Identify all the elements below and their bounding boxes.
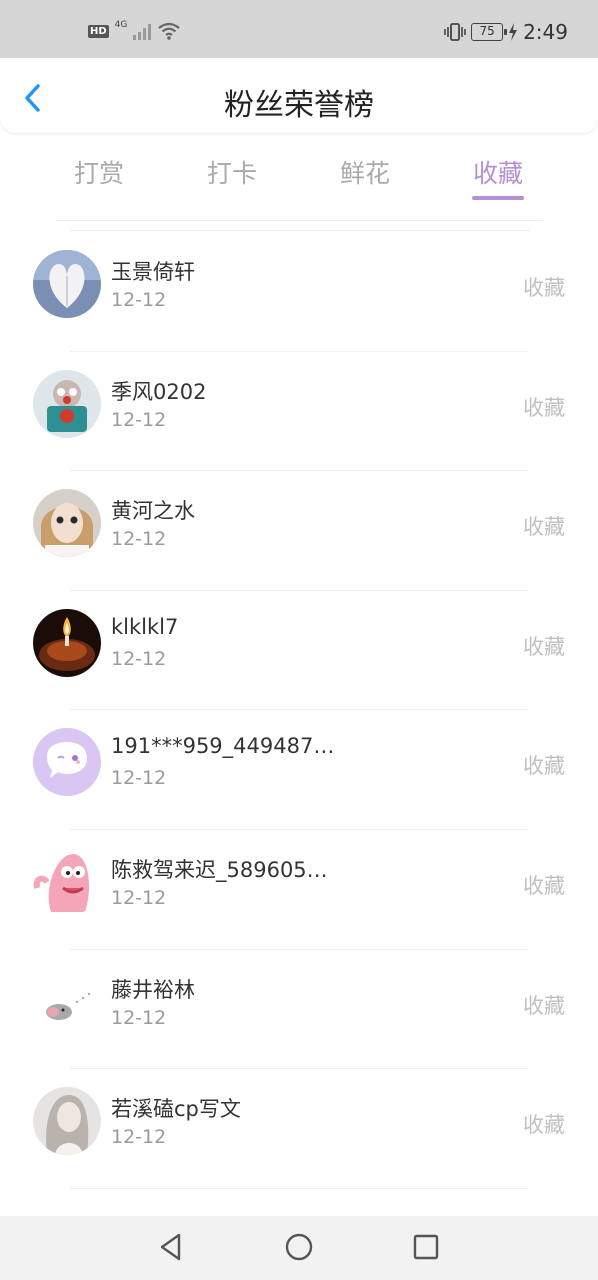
status-left: HD 4G	[88, 20, 181, 40]
user-name: 藤井裕林	[111, 977, 195, 1002]
fan-list: 玉景倚轩 12-12 收藏 季风0202 12-12 收藏 黄河之水 12-12…	[0, 232, 598, 1189]
list-item[interactable]: 若溪磕cp写文 12-12 收藏	[0, 1069, 598, 1189]
list-item[interactable]: 黄河之水 12-12 收藏	[0, 471, 598, 591]
action-label: 收藏	[523, 395, 565, 420]
item-date: 12-12	[111, 1126, 167, 1149]
status-right: 75 2:49	[444, 20, 568, 44]
tab-checkin[interactable]: 打卡	[187, 154, 277, 190]
item-date: 12-12	[111, 528, 167, 551]
action-label: 收藏	[523, 993, 565, 1018]
avatar[interactable]	[33, 608, 101, 677]
app-header: 粉丝荣誉榜	[0, 58, 598, 134]
user-name: 191***959_449487…	[111, 734, 335, 759]
user-name: 玉景倚轩	[111, 260, 195, 284]
action-label: 收藏	[523, 1113, 565, 1138]
action-label: 收藏	[523, 873, 565, 898]
item-date: 12-12	[111, 886, 167, 909]
item-date: 12-12	[111, 408, 167, 431]
item-date: 12-12	[111, 1006, 167, 1029]
nav-home-icon[interactable]	[285, 1233, 313, 1261]
avatar[interactable]	[33, 489, 101, 558]
user-name: 季风0202	[111, 379, 207, 404]
clock: 2:49	[523, 20, 568, 44]
wifi-icon	[158, 22, 181, 40]
user-name: klklkl7	[111, 614, 179, 639]
avatar[interactable]	[33, 847, 101, 916]
tab-reward[interactable]: 打赏	[54, 154, 144, 190]
list-item[interactable]: 季风0202 12-12 收藏	[0, 352, 598, 472]
avatar[interactable]	[33, 967, 101, 1036]
avatar[interactable]	[33, 250, 101, 318]
battery-indicator: 75	[471, 23, 508, 41]
action-label: 收藏	[523, 754, 565, 779]
avatar[interactable]	[33, 728, 101, 797]
list-item[interactable]: 陈救驾来迟_589605… 12-12 收藏	[0, 830, 598, 950]
network-type: 4G	[114, 20, 128, 30]
avatar[interactable]	[33, 1087, 101, 1156]
list-item[interactable]: klklkl7 12-12 收藏	[0, 591, 598, 711]
nav-back-icon[interactable]	[157, 1232, 185, 1262]
page-title: 粉丝荣誉榜	[224, 88, 374, 123]
action-label: 收藏	[523, 515, 565, 540]
item-date: 12-12	[111, 647, 167, 670]
tab-bar: 打赏 打卡 鲜花 收藏	[0, 140, 598, 220]
user-name: 黄河之水	[111, 499, 195, 524]
divider	[55, 220, 543, 221]
status-bar: HD 4G 75 2:49	[0, 0, 598, 58]
hd-icon: HD	[88, 24, 109, 38]
list-item[interactable]: 藤井裕林 12-12 收藏	[0, 950, 598, 1070]
tab-flowers[interactable]: 鲜花	[320, 154, 410, 190]
list-item[interactable]: 玉景倚轩 12-12 收藏	[0, 232, 598, 352]
item-date: 12-12	[111, 767, 167, 790]
user-name: 若溪磕cp写文	[111, 1097, 241, 1122]
action-label: 收藏	[523, 634, 565, 659]
signal-icon	[133, 22, 152, 40]
list-item[interactable]: 191***959_449487… 12-12 收藏	[0, 710, 598, 830]
avatar[interactable]	[33, 369, 101, 438]
nav-recents-icon[interactable]	[413, 1234, 439, 1260]
item-date: 12-12	[111, 289, 167, 311]
user-name: 陈救驾来迟_589605…	[111, 857, 328, 882]
system-nav-bar	[0, 1216, 598, 1280]
divider	[70, 230, 530, 231]
charging-icon	[509, 23, 518, 41]
tab-collect[interactable]: 收藏	[453, 154, 543, 190]
action-label: 收藏	[523, 276, 565, 300]
vibrate-icon	[444, 23, 466, 41]
active-tab-indicator	[472, 196, 524, 200]
